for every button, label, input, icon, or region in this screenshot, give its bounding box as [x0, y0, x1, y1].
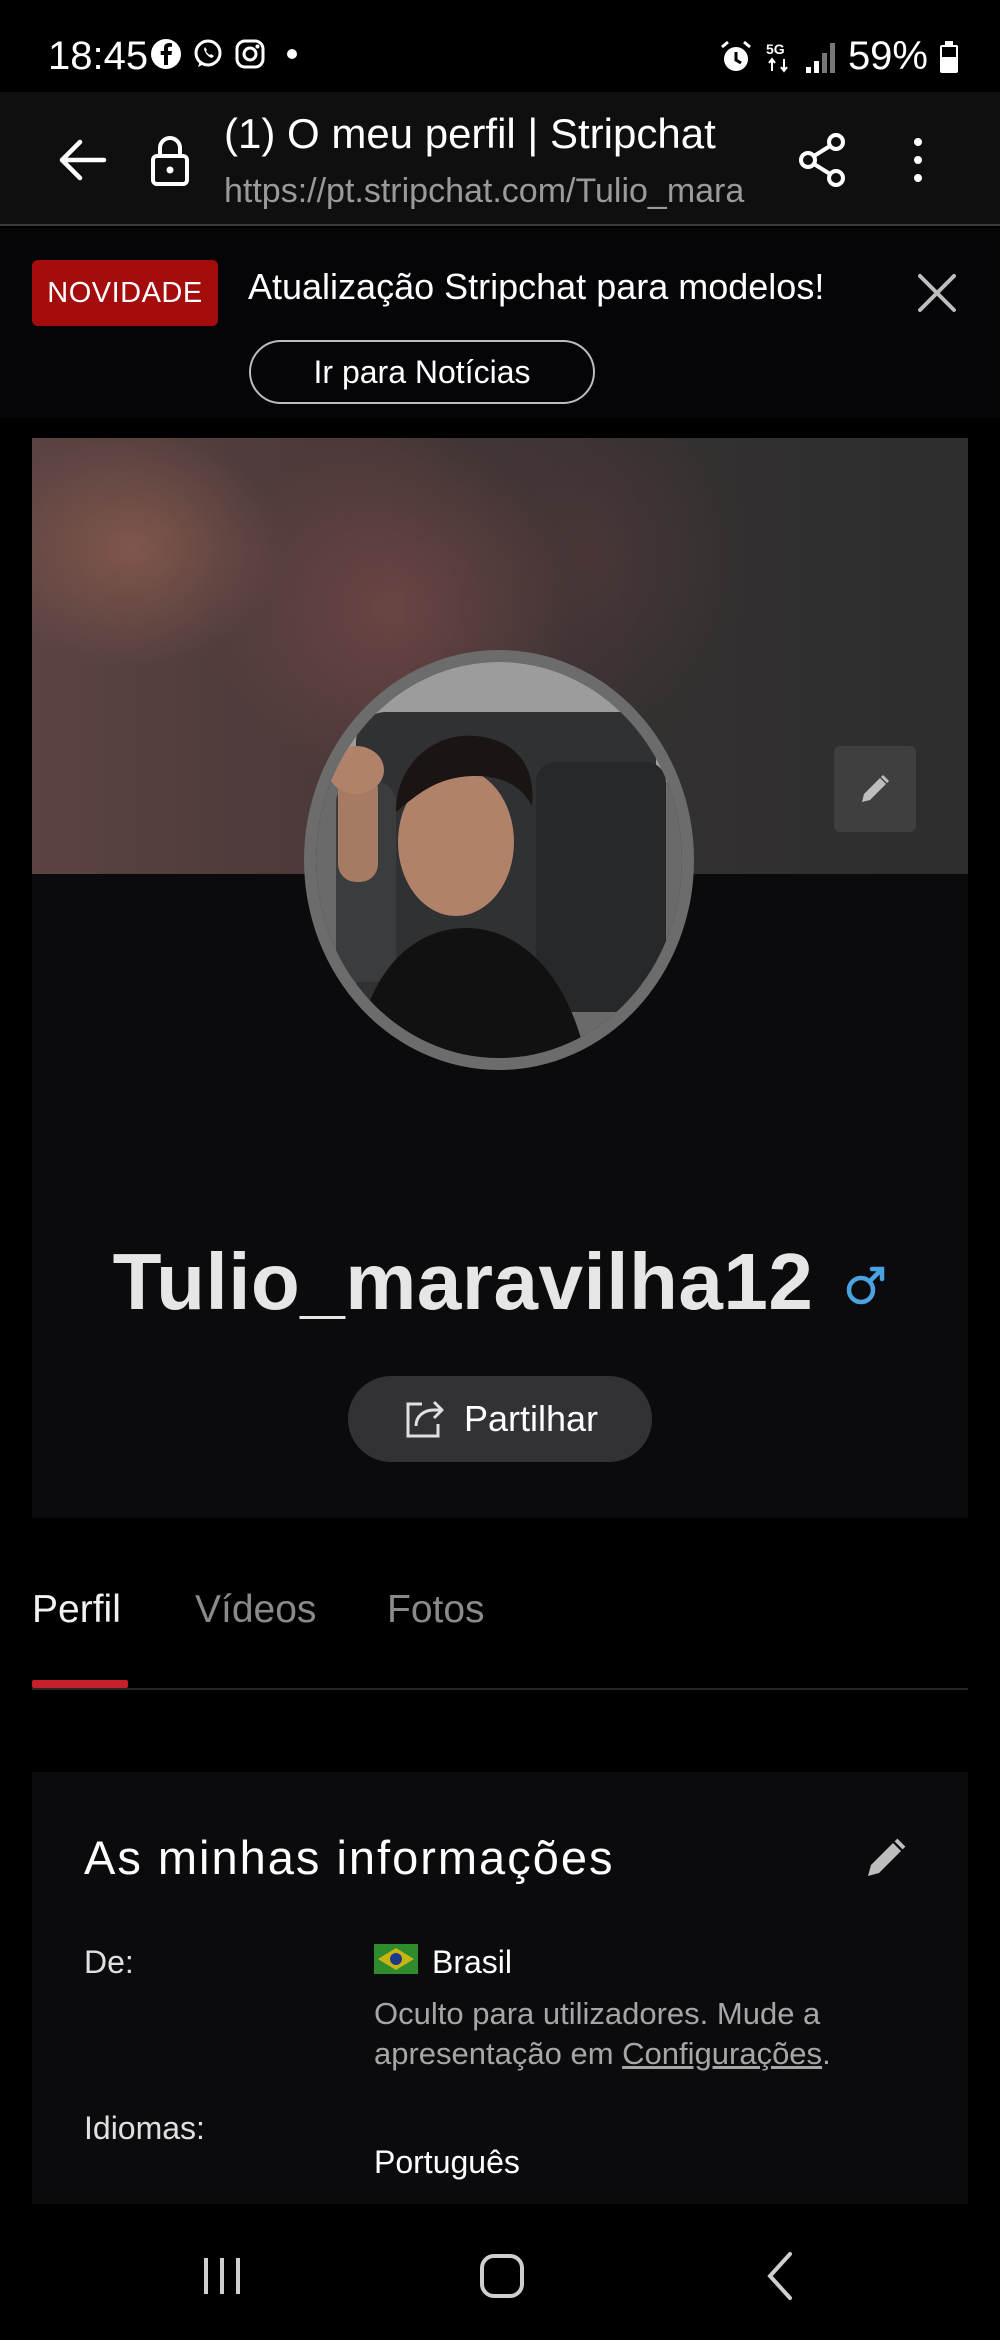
- back-icon[interactable]: [752, 2246, 812, 2306]
- avatar[interactable]: [304, 650, 694, 1070]
- share-icon[interactable]: [798, 132, 848, 188]
- back-arrow-icon[interactable]: [54, 132, 110, 188]
- my-info-card: As minhas informações De: Brasil Oculto …: [32, 1772, 968, 2204]
- brazil-flag-icon: [374, 1944, 418, 1974]
- recent-apps-icon[interactable]: [192, 2246, 252, 2306]
- whatsapp-icon: [192, 38, 224, 70]
- signal-icon: [805, 42, 835, 73]
- home-icon[interactable]: [472, 2246, 532, 2306]
- system-nav-bar: [0, 2208, 1000, 2340]
- battery-percent: 59%: [847, 34, 928, 78]
- network-5g-icon: 5G: [766, 41, 788, 73]
- browser-toolbar: (1) O meu perfil | Stripchat https://pt.…: [0, 92, 1000, 226]
- info-title: As minhas informações: [84, 1831, 615, 1884]
- username-row: Tulio_maravilha12: [32, 1232, 968, 1332]
- avatar-photo: [316, 662, 682, 1058]
- facebook-icon: [150, 38, 182, 70]
- news-badge: NOVIDADE: [32, 260, 218, 326]
- tab-videos[interactable]: Vídeos: [195, 1588, 316, 1632]
- username: Tulio_maravilha12: [112, 1237, 814, 1326]
- male-gender-icon: [847, 1266, 885, 1305]
- share-label: Partilhar: [463, 1398, 599, 1439]
- alarm-icon: [720, 40, 751, 71]
- share-profile-button[interactable]: Partilhar: [348, 1376, 652, 1462]
- dot-icon: [276, 38, 308, 70]
- profile-tabs: Perfil Vídeos Fotos: [32, 1568, 968, 1690]
- tab-profile[interactable]: Perfil: [32, 1588, 121, 1632]
- browser-page-title: (1) O meu perfil | Stripchat: [224, 110, 716, 157]
- more-options-icon[interactable]: [900, 132, 936, 188]
- from-label: De:: [84, 1944, 134, 1980]
- svg-text:5G: 5G: [766, 41, 785, 57]
- hidden-location-note: Oculto para utilizadores. Mude a apresen…: [374, 1994, 934, 2074]
- status-bar: 18:45 5G 59%: [0, 0, 1000, 92]
- browser-url[interactable]: https://pt.stripchat.com/Tulio_mara: [224, 172, 760, 211]
- close-icon[interactable]: [912, 268, 962, 318]
- settings-link[interactable]: Configurações: [622, 2036, 822, 2071]
- active-tab-indicator: [32, 1680, 128, 1688]
- pencil-icon: [862, 774, 890, 802]
- note-period: .: [822, 2036, 831, 2071]
- go-to-news-button[interactable]: Ir para Notícias: [249, 340, 595, 404]
- battery-icon: [940, 40, 958, 73]
- tab-photos[interactable]: Fotos: [387, 1588, 485, 1632]
- country-value: Brasil: [432, 1944, 513, 1980]
- status-app-icons: [150, 38, 308, 70]
- languages-label: Idiomas:: [84, 2110, 205, 2146]
- status-time: 18:45: [48, 34, 149, 78]
- instagram-icon: [234, 38, 266, 70]
- edit-cover-button[interactable]: [834, 746, 916, 832]
- profile-card: Tulio_maravilha12 Partilhar: [32, 438, 968, 1518]
- lock-icon[interactable]: [148, 132, 192, 188]
- pencil-icon[interactable]: [862, 1834, 910, 1882]
- news-banner: NOVIDADE Atualização Stripchat para mode…: [0, 228, 1000, 418]
- share-forward-icon: [406, 1400, 444, 1438]
- status-indicators: 5G 59%: [718, 34, 960, 79]
- languages-value: Português: [374, 2144, 520, 2180]
- news-text: Atualização Stripchat para modelos!: [248, 266, 825, 307]
